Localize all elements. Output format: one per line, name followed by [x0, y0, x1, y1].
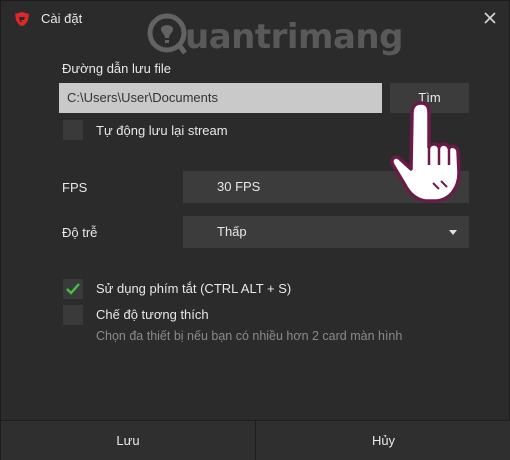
checkmark-icon	[66, 283, 80, 295]
watermark-text: uantrimang	[185, 17, 403, 57]
fps-label: FPS	[62, 180, 88, 195]
save-path-input[interactable]: C:\Users\User\Documents	[59, 83, 382, 113]
latency-select[interactable]: Thấp	[183, 216, 469, 248]
settings-window: Cài đặt uantrimang Đường dẫn lưu file C:…	[0, 0, 510, 460]
shortcut-checkbox[interactable]	[63, 279, 83, 299]
auto-save-checkbox[interactable]	[63, 120, 83, 140]
save-path-label: Đường dẫn lưu file	[62, 61, 172, 76]
compat-checkbox[interactable]	[63, 305, 83, 325]
compat-label: Chế độ tương thích	[96, 307, 209, 322]
compat-hint: Chọn đa thiết bị nếu bạn có nhiều hơn 2 …	[96, 329, 403, 343]
chevron-down-icon	[449, 230, 457, 235]
footer-bar: Lưu Hủy	[1, 420, 510, 460]
save-button[interactable]: Lưu	[1, 421, 256, 460]
latency-label: Độ trễ	[62, 225, 98, 240]
close-icon[interactable]	[481, 9, 499, 27]
fps-value: 30 FPS	[217, 179, 261, 194]
shortcut-label: Sử dụng phím tắt (CTRL ALT + S)	[96, 281, 292, 296]
latency-value: Thấp	[217, 224, 247, 239]
auto-save-label: Tự động lưu lại stream	[96, 123, 228, 138]
watermark-logo: uantrimang	[147, 11, 403, 61]
garena-logo-icon	[13, 11, 31, 27]
pointing-hand-icon	[381, 99, 476, 209]
window-title: Cài đặt	[41, 11, 83, 26]
cancel-button[interactable]: Hủy	[256, 421, 510, 460]
